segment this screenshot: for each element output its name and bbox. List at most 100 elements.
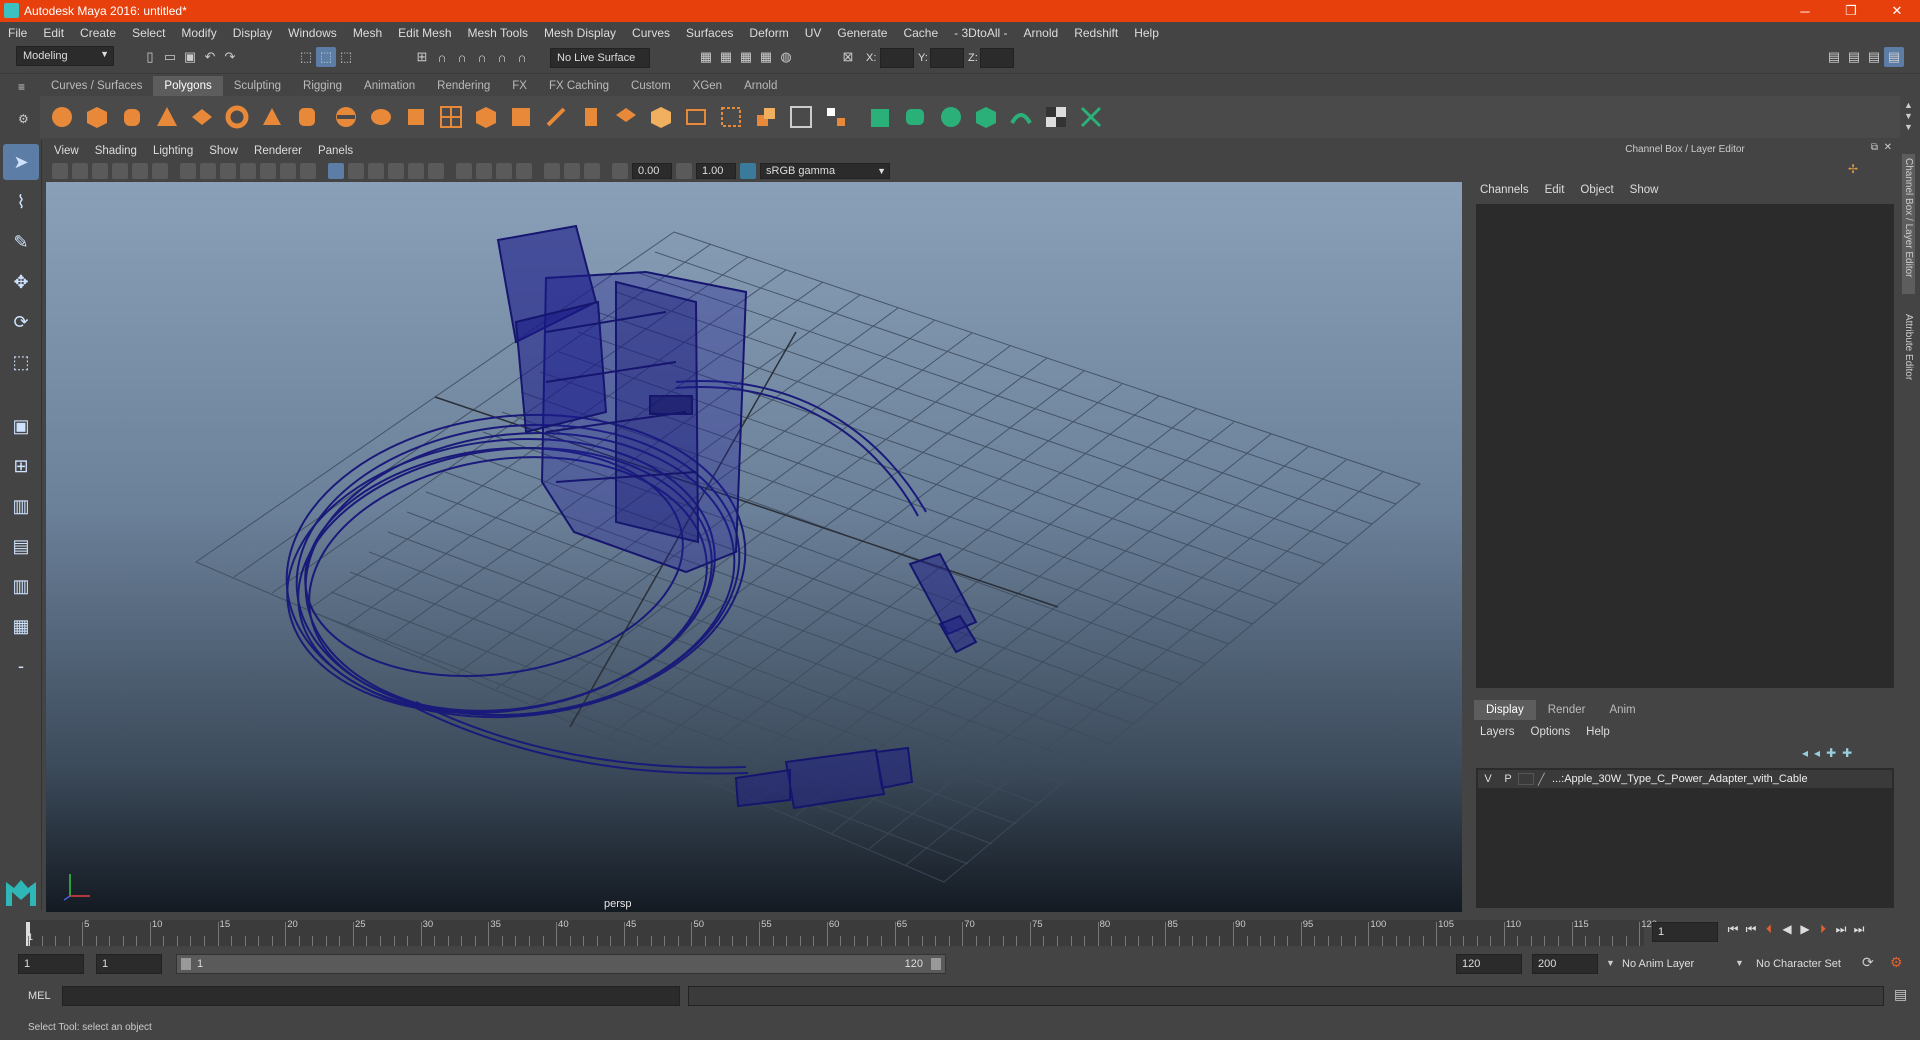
menu-generate[interactable]: Generate (829, 26, 895, 40)
xray-icon[interactable] (544, 163, 560, 179)
uv-auto-icon[interactable] (972, 103, 1000, 131)
layer-tab-display[interactable]: Display (1474, 700, 1536, 720)
uv-editor-icon[interactable] (1077, 103, 1105, 131)
viewport-menu-show[interactable]: Show (201, 145, 246, 157)
current-frame-field[interactable]: 1 (1652, 922, 1718, 942)
menu-redshift[interactable]: Redshift (1066, 26, 1126, 40)
target-weld-icon[interactable] (752, 103, 780, 131)
smooth-icon[interactable] (402, 103, 430, 131)
gate-mask-icon[interactable] (240, 163, 256, 179)
time-slider[interactable]: 1 5 10 15 20 25 30 35 40 45 50 55 60 65 70 75 80 85 90 95 1… (0, 914, 1920, 948)
shadows-icon[interactable] (428, 163, 444, 179)
lasso-tool-icon[interactable]: ⌇ (3, 184, 39, 220)
shelf-settings-icon[interactable]: ⚙ (18, 112, 36, 130)
shelf-tab-polygons[interactable]: Polygons (153, 76, 223, 96)
perspective-viewport[interactable]: persp (46, 182, 1462, 912)
range-bar[interactable]: 1 120 (176, 954, 946, 974)
y-field[interactable] (930, 48, 964, 68)
viewport-menu-shading[interactable]: Shading (87, 145, 145, 157)
layer-display-type[interactable] (1518, 773, 1534, 785)
image-plane-icon[interactable] (112, 163, 128, 179)
menu-select[interactable]: Select (124, 26, 173, 40)
exposure-field[interactable]: 0.00 (632, 163, 672, 179)
bookmark-icon[interactable] (92, 163, 108, 179)
poly-pyramid-icon[interactable] (258, 103, 286, 131)
anim-layer-dropdown[interactable]: No Anim Layer (1622, 954, 1742, 974)
shelf-tab-fx-caching[interactable]: FX Caching (537, 76, 621, 96)
playback-start-field[interactable]: 1 (96, 954, 162, 974)
start-time-field[interactable]: 1 (18, 954, 84, 974)
channel-box-side-tab[interactable]: Channel Box / Layer Editor (1902, 154, 1915, 294)
camera-select-icon[interactable] (52, 163, 68, 179)
go-to-end-icon[interactable]: ⏭ (1850, 922, 1868, 937)
graph-editor-layout-icon[interactable]: ▥ (3, 568, 39, 604)
fill-hole-icon[interactable] (682, 103, 710, 131)
textured-icon[interactable] (388, 163, 404, 179)
viewport-menu-panels[interactable]: Panels (310, 145, 361, 157)
step-forward-frame-icon[interactable]: ⏵ (1814, 922, 1832, 937)
menu-help[interactable]: Help (1126, 26, 1167, 40)
more-layouts-icon[interactable]: - (3, 648, 39, 684)
step-back-frame-icon[interactable]: ⏴ (1760, 922, 1778, 937)
smooth-shade-icon[interactable] (348, 163, 364, 179)
poly-sphere-icon[interactable] (48, 103, 76, 131)
select-by-component-icon[interactable]: ⬚ (336, 47, 356, 67)
bevel-icon[interactable] (507, 103, 535, 131)
viewport-menu-view[interactable]: View (46, 145, 87, 157)
shelf-tab-xgen[interactable]: XGen (681, 76, 734, 96)
scale-tool-icon[interactable]: ⬚ (3, 344, 39, 380)
go-to-start-icon[interactable]: ⏮ (1724, 922, 1742, 937)
command-input[interactable] (62, 986, 680, 1006)
attribute-editor-side-tab[interactable]: Attribute Editor (1902, 310, 1915, 400)
redo-icon[interactable]: ↷ (220, 47, 240, 67)
viewport-menu-renderer[interactable]: Renderer (246, 145, 310, 157)
offset-edge-loop-icon[interactable] (612, 103, 640, 131)
step-back-key-icon[interactable]: ⏮ (1742, 922, 1760, 937)
layer-tab-render[interactable]: Render (1536, 700, 1598, 720)
select-tool-icon[interactable]: ➤ (3, 144, 39, 180)
extrude-icon[interactable] (472, 103, 500, 131)
use-all-lights-icon[interactable] (408, 163, 424, 179)
menu-windows[interactable]: Windows (280, 26, 345, 40)
shelf-tab-fx[interactable]: FX (501, 76, 538, 96)
play-backward-icon[interactable]: ◀ (1778, 922, 1796, 937)
maximize-button[interactable]: ❐ (1828, 0, 1874, 22)
new-layer-icon[interactable]: ✚ (1826, 746, 1836, 760)
snap-point-icon[interactable]: ∩ (452, 47, 472, 67)
minimize-button[interactable]: ─ (1782, 0, 1828, 22)
isolate-select-icon[interactable] (516, 163, 532, 179)
menu-edit[interactable]: Edit (35, 26, 72, 40)
mel-label[interactable]: MEL (28, 990, 51, 1002)
viewport-menu-lighting[interactable]: Lighting (145, 145, 201, 157)
insert-edge-loop-icon[interactable] (577, 103, 605, 131)
snap-grid-icon[interactable]: ⊞ (412, 47, 432, 67)
end-time-field[interactable]: 200 (1532, 954, 1598, 974)
cb-edit-menu[interactable]: Edit (1545, 184, 1565, 196)
mode-dropdown[interactable]: Modeling ▼ (16, 46, 114, 66)
grid-toggle-icon[interactable] (180, 163, 196, 179)
shelf-tab-curves-surfaces[interactable]: Curves / Surfaces (40, 76, 154, 96)
two-view-layout-icon[interactable]: ▥ (3, 488, 39, 524)
character-set-dropdown[interactable]: No Character Set (1756, 954, 1866, 974)
field-chart-icon[interactable] (260, 163, 276, 179)
render-settings-icon[interactable]: ▦ (756, 47, 776, 67)
step-forward-key-icon[interactable]: ⏭ (1832, 922, 1850, 937)
ambient-occlusion-icon[interactable] (456, 163, 472, 179)
layer-name[interactable]: ...:Apple_30W_Type_C_Power_Adapter_with_… (1552, 773, 1808, 785)
script-editor-icon[interactable]: ▤ (1894, 986, 1907, 1003)
shelf-tab-rigging[interactable]: Rigging (292, 76, 354, 96)
render-view-icon[interactable]: ▦ (696, 47, 716, 67)
float-panel-icon[interactable]: ⧉ (1871, 142, 1878, 153)
exposure-icon[interactable] (612, 163, 628, 179)
chevron-down-icon[interactable]: ▼ (1606, 958, 1615, 968)
layers-menu[interactable]: Layers (1480, 726, 1515, 738)
make-live-icon[interactable]: ∩ (512, 47, 532, 67)
color-management-icon[interactable] (740, 163, 756, 179)
shelf-scroll-icon[interactable]: ▲ ▼ ▼ (1904, 100, 1913, 133)
safe-action-icon[interactable] (280, 163, 296, 179)
merge-icon[interactable] (717, 103, 745, 131)
uv-planar-icon[interactable] (867, 103, 895, 131)
shelf-tab-animation[interactable]: Animation (353, 76, 427, 96)
hypershade-icon[interactable]: ◍ (776, 47, 796, 67)
auto-key-icon[interactable]: ⟳ (1862, 954, 1874, 971)
